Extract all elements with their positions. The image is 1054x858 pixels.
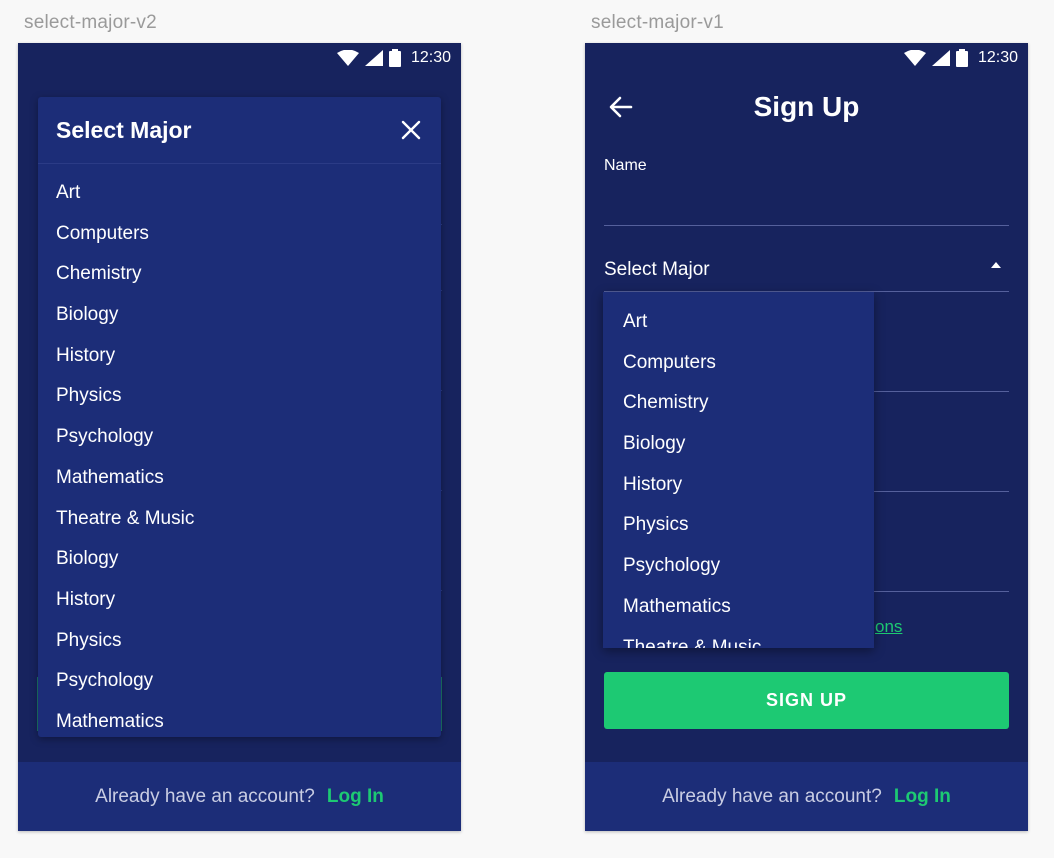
major-list: Art Computers Chemistry Biology History Physi… bbox=[603, 292, 874, 648]
major-option[interactable]: Mathematics bbox=[38, 702, 441, 737]
battery-icon bbox=[388, 49, 401, 67]
footer: Already have an account? Log In bbox=[18, 762, 461, 831]
major-option[interactable]: Chemistry bbox=[38, 254, 441, 295]
status-bar: 12:30 bbox=[18, 43, 461, 73]
signal-icon bbox=[364, 50, 383, 66]
major-option[interactable]: Theatre & Music bbox=[603, 628, 874, 649]
major-option[interactable]: Chemistry bbox=[603, 383, 874, 424]
footer-prompt: Already have an account? bbox=[662, 785, 882, 807]
phone-screen-v1: 12:30 Sign Up Name Select Major ons SIGN… bbox=[585, 43, 1028, 831]
caret-up-icon bbox=[991, 262, 1001, 268]
major-option[interactable]: Physics bbox=[38, 621, 441, 662]
major-select[interactable]: Select Major bbox=[604, 251, 1009, 291]
major-option[interactable]: Art bbox=[38, 173, 441, 214]
major-option[interactable]: History bbox=[38, 580, 441, 621]
phone-screen-v2: 12:30 Select Major Art Computers Chemistry… bbox=[18, 43, 461, 831]
major-option[interactable]: History bbox=[603, 465, 874, 506]
dialog-header: Select Major bbox=[38, 97, 441, 164]
close-icon[interactable] bbox=[399, 118, 423, 142]
major-option[interactable]: Biology bbox=[38, 539, 441, 580]
name-label: Name bbox=[604, 157, 647, 174]
major-option[interactable]: Mathematics bbox=[38, 458, 441, 499]
major-option[interactable]: Biology bbox=[38, 295, 441, 336]
app-bar: Sign Up bbox=[585, 79, 1028, 139]
major-list: Art Computers Chemistry Biology History Physi… bbox=[38, 164, 441, 737]
footer-prompt: Already have an account? bbox=[95, 785, 315, 807]
select-placeholder: Select Major bbox=[604, 259, 710, 280]
artboard-label-v2: select-major-v2 bbox=[24, 12, 157, 33]
major-option[interactable]: Art bbox=[603, 302, 874, 343]
major-option[interactable]: Psychology bbox=[38, 661, 441, 702]
major-option[interactable]: Psychology bbox=[38, 417, 441, 458]
login-link[interactable]: Log In bbox=[894, 786, 951, 808]
major-dropdown: Art Computers Chemistry Biology History Physi… bbox=[603, 292, 874, 648]
sign-up-button[interactable]: SIGN UP bbox=[604, 672, 1009, 729]
wifi-icon bbox=[336, 50, 359, 66]
status-time: 12:30 bbox=[410, 49, 451, 66]
major-option[interactable]: Physics bbox=[603, 505, 874, 546]
artboard-label-v1: select-major-v1 bbox=[591, 12, 724, 33]
select-major-dialog: Select Major Art Computers Chemistry Biolog… bbox=[38, 97, 441, 737]
major-option[interactable]: Psychology bbox=[603, 546, 874, 587]
major-option[interactable]: Computers bbox=[603, 343, 874, 384]
name-underline bbox=[604, 225, 1009, 226]
status-time: 12:30 bbox=[977, 49, 1018, 66]
dialog-title: Select Major bbox=[56, 116, 192, 143]
major-option[interactable]: Computers bbox=[38, 214, 441, 255]
major-option[interactable]: Theatre & Music bbox=[38, 499, 441, 540]
login-link[interactable]: Log In bbox=[327, 786, 384, 808]
major-option[interactable]: Physics bbox=[38, 376, 441, 417]
name-input[interactable] bbox=[604, 179, 1009, 225]
major-option[interactable]: Biology bbox=[603, 424, 874, 465]
signal-icon bbox=[931, 50, 950, 66]
status-bar: 12:30 bbox=[585, 43, 1028, 73]
terms-link[interactable]: ons bbox=[875, 617, 902, 637]
wifi-icon bbox=[903, 50, 926, 66]
footer: Already have an account? Log In bbox=[585, 762, 1028, 831]
major-option[interactable]: History bbox=[38, 336, 441, 377]
page-title: Sign Up bbox=[753, 91, 860, 122]
major-option[interactable]: Mathematics bbox=[603, 587, 874, 628]
battery-icon bbox=[955, 49, 968, 67]
button-edge bbox=[441, 677, 442, 731]
